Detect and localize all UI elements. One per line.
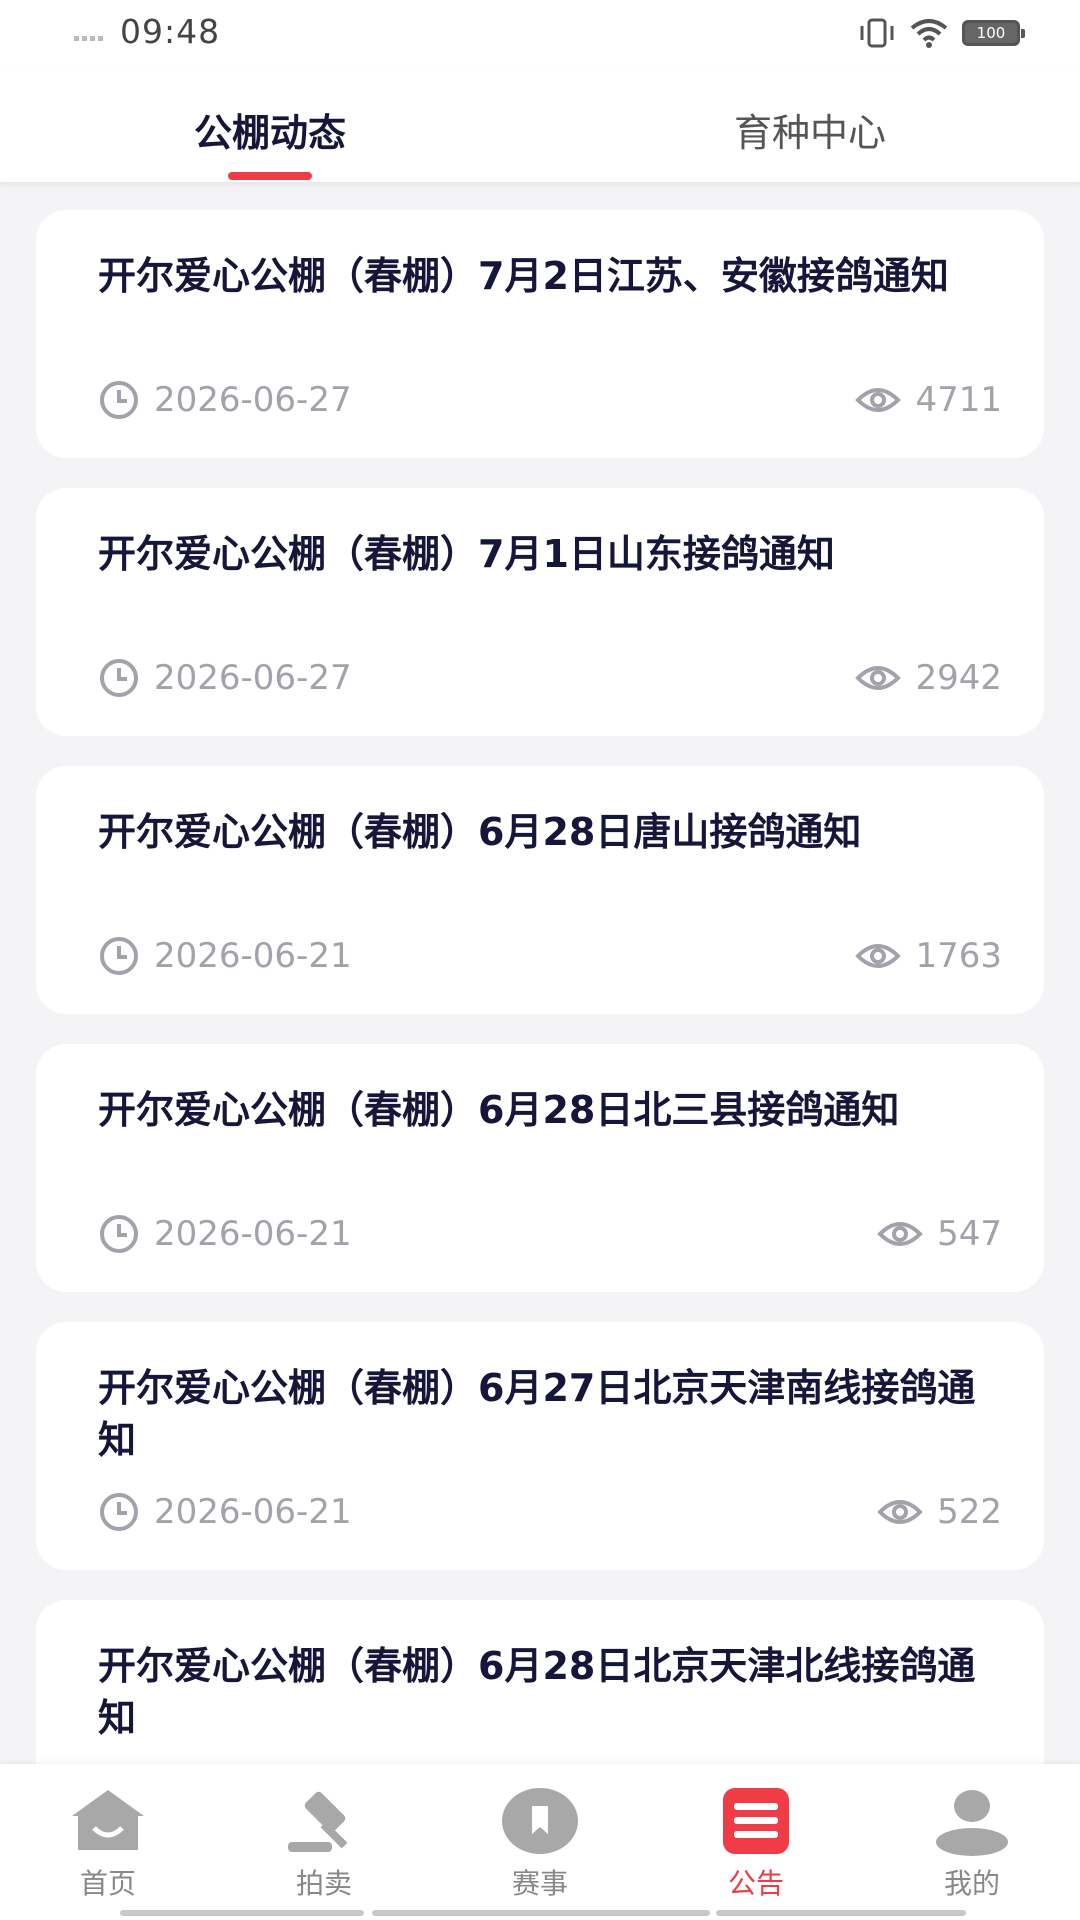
eye-icon [855, 388, 902, 412]
nav-home-label: 首页 [79, 1867, 136, 1900]
item-date: 2026-06-21 [154, 936, 352, 976]
status-icons: 100 [858, 18, 1025, 48]
nav-profile[interactable]: 我的 [892, 1786, 1052, 1902]
nav-notice-label: 公告 [727, 1867, 784, 1900]
tab-loft-news[interactable]: 公棚动态 [170, 102, 370, 157]
item-title: 开尔爱心公棚（春棚）6月28日北京天津北线接鸽通知 [98, 1644, 976, 1740]
list-item[interactable]: 开尔爱心公棚（春棚）6月28日北三县接鸽通知 2026-06-21 547 [36, 1044, 1044, 1292]
home-icon [72, 1790, 144, 1850]
gesture-bar-right [716, 1910, 966, 1916]
item-title: 开尔爱心公棚（春棚）7月1日山东接鸽通知 [98, 532, 835, 576]
notice-icon [723, 1788, 789, 1854]
nav-home[interactable]: 首页 [28, 1786, 188, 1902]
wifi-icon [910, 19, 948, 48]
nav-auction-label: 拍卖 [295, 1867, 352, 1900]
eye-icon [877, 1222, 923, 1246]
tab-breeding-center[interactable]: 育种中心 [710, 102, 910, 157]
gesture-bar-left [120, 1910, 364, 1916]
item-title: 开尔爱心公棚（春棚）6月28日唐山接鸽通知 [98, 810, 862, 854]
item-meta: 2026-06-27 2942 [98, 656, 1002, 700]
eye-icon [855, 944, 902, 968]
item-views: 4711 [915, 380, 1002, 420]
eye-icon [855, 666, 902, 690]
bottom-nav: 首页 拍卖 赛事 公告 我的 [0, 1764, 1080, 1920]
battery-indicator: 100 [962, 20, 1025, 46]
item-title: 开尔爱心公棚（春棚）6月28日北三县接鸽通知 [98, 1088, 900, 1132]
item-title: 开尔爱心公棚（春棚）7月2日江苏、安徽接鸽通知 [98, 254, 949, 298]
nav-profile-label: 我的 [943, 1867, 1000, 1900]
status-time: 09:48 [120, 12, 221, 51]
list-item[interactable]: 开尔爱心公棚（春棚）7月2日江苏、安徽接鸽通知 2026-06-27 4711 [36, 210, 1044, 458]
user-icon [936, 1790, 1008, 1856]
item-meta: 2026-06-21 547 [98, 1212, 1002, 1256]
eye-icon [877, 1500, 923, 1524]
item-meta: 2026-06-21 522 [98, 1490, 1002, 1534]
item-date: 2026-06-21 [154, 1492, 352, 1532]
vibrate-icon [860, 18, 894, 48]
status-bar: 09:48 100 [0, 0, 1080, 66]
gavel-icon [288, 1791, 348, 1852]
battery-level: 100 [976, 24, 1006, 42]
notice-list: 开尔爱心公棚（春棚）7月2日江苏、安徽接鸽通知 2026-06-27 4711 … [36, 210, 1044, 1878]
bookmark-icon [502, 1788, 578, 1854]
clock-icon [100, 381, 138, 419]
clock-icon [100, 1493, 138, 1531]
gesture-bar-center [372, 1910, 710, 1916]
item-date: 2026-06-27 [154, 380, 352, 420]
clock-icon [100, 937, 138, 975]
item-meta: 2026-06-21 1763 [98, 934, 1002, 978]
item-views: 522 [937, 1492, 1002, 1532]
nav-events-label: 赛事 [511, 1867, 568, 1900]
list-item[interactable]: 开尔爱心公棚（春棚）6月28日唐山接鸽通知 2026-06-21 1763 [36, 766, 1044, 1014]
item-views: 1763 [915, 936, 1002, 976]
nav-auction[interactable]: 拍卖 [244, 1786, 404, 1902]
list-item[interactable]: 开尔爱心公棚（春棚）7月1日山东接鸽通知 2026-06-27 2942 [36, 488, 1044, 736]
list-item[interactable]: 开尔爱心公棚（春棚）6月27日北京天津南线接鸽通知 2026-06-21 522 [36, 1322, 1044, 1570]
item-meta: 2026-06-27 4711 [98, 378, 1002, 422]
active-tab-indicator [228, 172, 312, 180]
item-views: 547 [937, 1214, 1002, 1254]
clock-icon [100, 1215, 138, 1253]
item-title: 开尔爱心公棚（春棚）6月27日北京天津南线接鸽通知 [98, 1366, 976, 1462]
item-date: 2026-06-27 [154, 658, 352, 698]
item-date: 2026-06-21 [154, 1214, 352, 1254]
item-views: 2942 [915, 658, 1002, 698]
nav-notice[interactable]: 公告 [676, 1786, 836, 1902]
clock-icon [100, 659, 138, 697]
tab-bar: 公棚动态 育种中心 [0, 66, 1080, 182]
nav-events[interactable]: 赛事 [460, 1786, 620, 1902]
signal-icon [74, 36, 103, 41]
app-screen: 09:48 100 公棚动态 育种中心 开尔爱心公棚（春棚）7月2日江苏、安徽接… [0, 0, 1080, 1920]
